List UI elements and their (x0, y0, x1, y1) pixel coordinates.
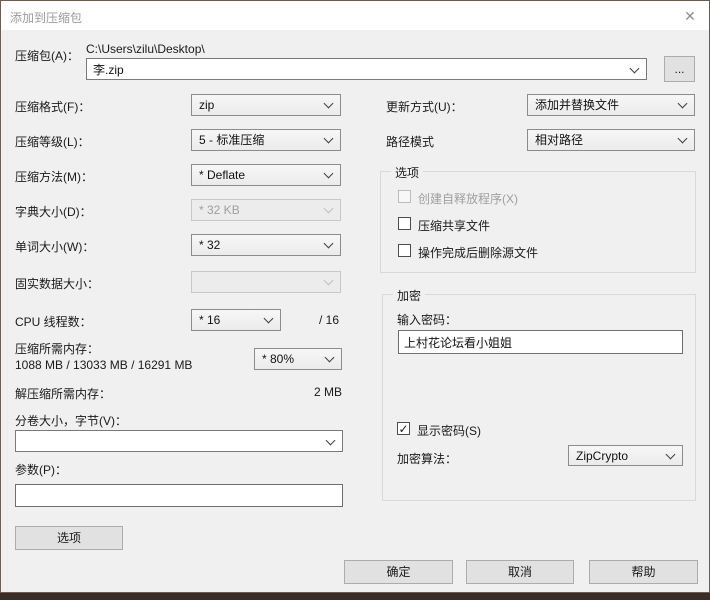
method-value: * Deflate (199, 168, 245, 182)
cpu-threads-max: / 16 (319, 313, 339, 327)
chevron-down-icon (678, 134, 688, 144)
solid-size-label: 固实数据大小： (15, 275, 99, 292)
chevron-down-icon (325, 353, 335, 363)
chevron-down-icon[interactable] (630, 64, 640, 74)
memory-compress-label: 压缩所需内存： (15, 340, 99, 357)
path-mode-value: 相对路径 (535, 133, 583, 147)
level-select[interactable]: 5 - 标准压缩 (191, 129, 341, 151)
parameters-label: 参数(P)： (15, 461, 67, 478)
update-mode-select[interactable]: 添加并替换文件 (527, 94, 695, 116)
create-sfx-label: 创建自释放程序(X) (418, 190, 518, 207)
close-icon[interactable]: ✕ (677, 5, 703, 27)
update-mode-label: 更新方式(U)： (386, 98, 463, 115)
cancel-button[interactable]: 取消 (466, 560, 574, 584)
checkmark-icon: ✓ (398, 422, 408, 436)
chevron-down-icon (324, 239, 334, 249)
delete-after-label[interactable]: 操作完成后删除源文件 (418, 244, 538, 261)
window-title: 添加到压缩包 (10, 9, 82, 26)
memory-compress-detail: 1088 MB / 13033 MB / 16291 MB (15, 358, 192, 372)
volume-size-input[interactable] (16, 431, 320, 451)
password-label: 输入密码： (397, 311, 457, 328)
add-to-archive-dialog: 添加到压缩包 ✕ 压缩包(A)： C:\Users\zilu\Desktop\ … (0, 0, 710, 593)
encryption-method-value: ZipCrypto (576, 449, 628, 463)
ok-button[interactable]: 确定 (344, 560, 453, 584)
level-value: 5 - 标准压缩 (199, 133, 264, 147)
chevron-down-icon (324, 99, 334, 109)
volume-size-label: 分卷大小，字节(V)： (15, 412, 127, 429)
desktop-background: { "window": { "title": "添加到压缩包" }, "icon… (0, 0, 710, 600)
archive-dir-path: C:\Users\zilu\Desktop\ (86, 42, 205, 56)
update-mode-value: 添加并替换文件 (535, 98, 619, 112)
chevron-down-icon (324, 276, 334, 286)
shared-files-label[interactable]: 压缩共享文件 (418, 217, 490, 234)
archive-name-combobox[interactable] (86, 58, 647, 80)
dictionary-value: * 32 KB (199, 203, 240, 217)
cpu-threads-value: * 16 (199, 313, 220, 327)
level-label: 压缩等级(L)： (15, 133, 90, 150)
format-label: 压缩格式(F)： (15, 98, 90, 115)
word-size-select[interactable]: * 32 (191, 234, 341, 256)
chevron-down-icon (324, 134, 334, 144)
chevron-down-icon (324, 169, 334, 179)
dictionary-select: * 32 KB (191, 199, 341, 221)
browse-button[interactable]: ... (664, 56, 695, 82)
word-size-label: 单词大小(W)： (15, 238, 94, 255)
parameters-input[interactable] (15, 484, 343, 507)
dictionary-label: 字典大小(D)： (15, 203, 92, 220)
path-mode-label: 路径模式 (386, 133, 434, 150)
encryption-group-title: 加密 (393, 287, 425, 304)
solid-size-select (191, 271, 341, 293)
memory-usage-value: * 80% (262, 352, 294, 366)
cpu-threads-select[interactable]: * 16 (191, 309, 281, 331)
chevron-down-icon[interactable] (326, 436, 336, 446)
shared-files-checkbox[interactable] (398, 217, 411, 230)
memory-decompress-value: 2 MB (251, 385, 342, 399)
path-mode-select[interactable]: 相对路径 (527, 129, 695, 151)
format-select[interactable]: zip (191, 94, 341, 116)
cpu-threads-label: CPU 线程数： (15, 313, 92, 330)
chevron-down-icon (324, 204, 334, 214)
options-group-title: 选项 (391, 164, 423, 181)
archive-label: 压缩包(A)： (15, 47, 79, 64)
memory-decompress-label: 解压缩所需内存： (15, 385, 111, 402)
word-size-value: * 32 (199, 238, 220, 252)
title-bar: 添加到压缩包 ✕ (1, 1, 709, 30)
memory-usage-select[interactable]: * 80% (254, 348, 342, 370)
chevron-down-icon (666, 450, 676, 460)
help-button[interactable]: 帮助 (589, 560, 698, 584)
encryption-method-label: 加密算法： (397, 450, 457, 467)
method-label: 压缩方法(M)： (15, 168, 93, 185)
method-select[interactable]: * Deflate (191, 164, 341, 186)
show-password-label[interactable]: 显示密码(S) (417, 422, 481, 439)
chevron-down-icon (678, 99, 688, 109)
show-password-checkbox[interactable]: ✓ (397, 422, 410, 435)
options-button[interactable]: 选项 (15, 526, 123, 550)
volume-size-combobox[interactable] (15, 430, 343, 452)
archive-name-input[interactable] (87, 59, 624, 79)
format-value: zip (199, 98, 214, 112)
encryption-method-select[interactable]: ZipCrypto (568, 445, 683, 466)
create-sfx-checkbox (398, 190, 411, 203)
chevron-down-icon (264, 314, 274, 324)
password-input[interactable] (398, 330, 683, 354)
delete-after-checkbox[interactable] (398, 244, 411, 257)
